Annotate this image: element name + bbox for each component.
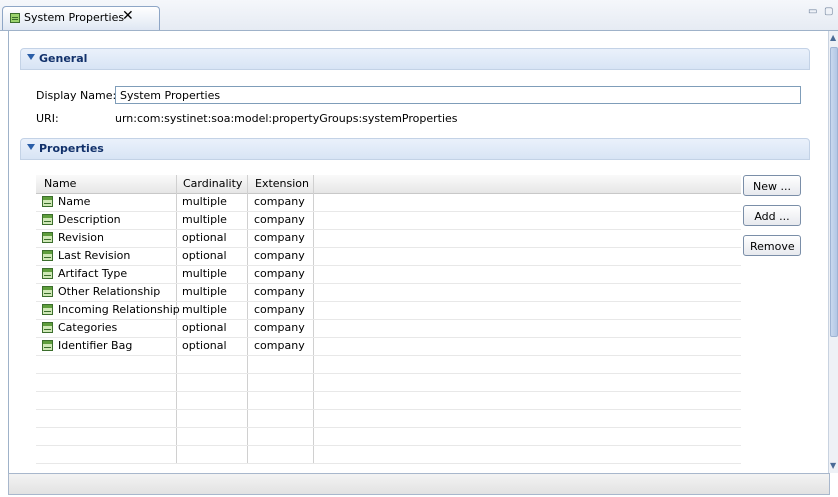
- property-icon: [42, 304, 53, 315]
- cell-cardinality: optional: [182, 321, 227, 334]
- table-row[interactable]: Identifier Bag optional company: [36, 337, 741, 356]
- tab-system-properties[interactable]: System Properties ✕: [2, 6, 160, 30]
- cell-name: Last Revision: [58, 249, 131, 262]
- close-icon[interactable]: ✕: [122, 8, 134, 24]
- cell-extension: company: [254, 249, 305, 262]
- vertical-scrollbar[interactable]: ▲ ▼: [828, 31, 838, 473]
- table-row[interactable]: Artifact Type multiple company: [36, 265, 741, 284]
- cell-cardinality: multiple: [182, 195, 227, 208]
- scrollbar-thumb[interactable]: [830, 47, 838, 337]
- column-header-cardinality[interactable]: Cardinality: [183, 177, 242, 190]
- cell-cardinality: optional: [182, 249, 227, 262]
- cell-name: Artifact Type: [58, 267, 128, 280]
- section-properties[interactable]: Properties: [20, 138, 810, 160]
- cell-cardinality: multiple: [182, 213, 227, 226]
- maximize-icon[interactable]: ▢: [824, 6, 833, 17]
- cell-name: Other Relationship: [58, 285, 161, 298]
- property-icon: [42, 250, 53, 261]
- property-icon: [42, 340, 53, 351]
- editor-tab-bar: System Properties ✕ ▭ ▢: [0, 0, 838, 31]
- property-icon: [42, 322, 53, 333]
- section-title-general: General: [39, 52, 88, 65]
- property-icon: [42, 286, 53, 297]
- cell-cardinality: optional: [182, 339, 227, 352]
- table-row[interactable]: [36, 427, 741, 446]
- cell-name: Name: [58, 195, 91, 208]
- display-name-input[interactable]: [115, 86, 801, 104]
- table-row[interactable]: Categories optional company: [36, 319, 741, 338]
- property-icon: [42, 232, 53, 243]
- cell-extension: company: [254, 285, 305, 298]
- scroll-up-icon[interactable]: ▲: [830, 33, 836, 42]
- cell-extension: company: [254, 339, 305, 352]
- expanded-triangle-icon[interactable]: [27, 144, 35, 150]
- table-row[interactable]: [36, 391, 741, 410]
- property-icon: [42, 214, 53, 225]
- new-button[interactable]: New ...: [743, 175, 801, 196]
- section-title-properties: Properties: [39, 142, 104, 155]
- cell-name: Incoming Relationship: [58, 303, 180, 316]
- cell-extension: company: [254, 213, 305, 226]
- minimize-icon[interactable]: ▭: [808, 6, 817, 17]
- cell-extension: company: [254, 195, 305, 208]
- property-group-icon: [10, 13, 20, 23]
- cell-extension: company: [254, 303, 305, 316]
- table-row[interactable]: [36, 445, 741, 464]
- cell-cardinality: multiple: [182, 303, 227, 316]
- table-row[interactable]: [36, 409, 741, 428]
- cell-cardinality: optional: [182, 231, 227, 244]
- uri-value: urn:com:systinet:soa:model:propertyGroup…: [115, 112, 458, 125]
- column-header-name[interactable]: Name: [44, 177, 76, 190]
- expanded-triangle-icon[interactable]: [27, 54, 35, 60]
- property-icon: [42, 196, 53, 207]
- cell-extension: company: [254, 267, 305, 280]
- properties-table[interactable]: Name Cardinality Extension Name multiple c…: [36, 175, 741, 464]
- table-row[interactable]: [36, 373, 741, 392]
- section-general[interactable]: General: [20, 48, 810, 70]
- table-row[interactable]: Last Revision optional company: [36, 247, 741, 266]
- cell-name: Revision: [58, 231, 104, 244]
- table-row[interactable]: [36, 355, 741, 374]
- table-row[interactable]: Name multiple company: [36, 193, 741, 212]
- table-row[interactable]: Incoming Relationship multiple company: [36, 301, 741, 320]
- uri-label: URI:: [36, 112, 59, 125]
- tab-label: System Properties: [24, 11, 125, 24]
- cell-name: Identifier Bag: [58, 339, 133, 352]
- table-row[interactable]: Revision optional company: [36, 229, 741, 248]
- cell-name: Description: [58, 213, 121, 226]
- property-icon: [42, 268, 53, 279]
- cell-cardinality: multiple: [182, 285, 227, 298]
- cell-cardinality: multiple: [182, 267, 227, 280]
- scroll-down-icon[interactable]: ▼: [830, 461, 836, 470]
- remove-button[interactable]: Remove: [743, 235, 801, 256]
- editor-footer: [8, 473, 830, 495]
- display-name-label: Display Name:: [36, 89, 117, 102]
- cell-extension: company: [254, 321, 305, 334]
- cell-name: Categories: [58, 321, 118, 334]
- table-header: Name Cardinality Extension: [36, 175, 741, 194]
- table-row[interactable]: Other Relationship multiple company: [36, 283, 741, 302]
- table-row[interactable]: Description multiple company: [36, 211, 741, 230]
- add-button[interactable]: Add ...: [743, 205, 801, 226]
- column-header-extension[interactable]: Extension: [255, 177, 309, 190]
- cell-extension: company: [254, 231, 305, 244]
